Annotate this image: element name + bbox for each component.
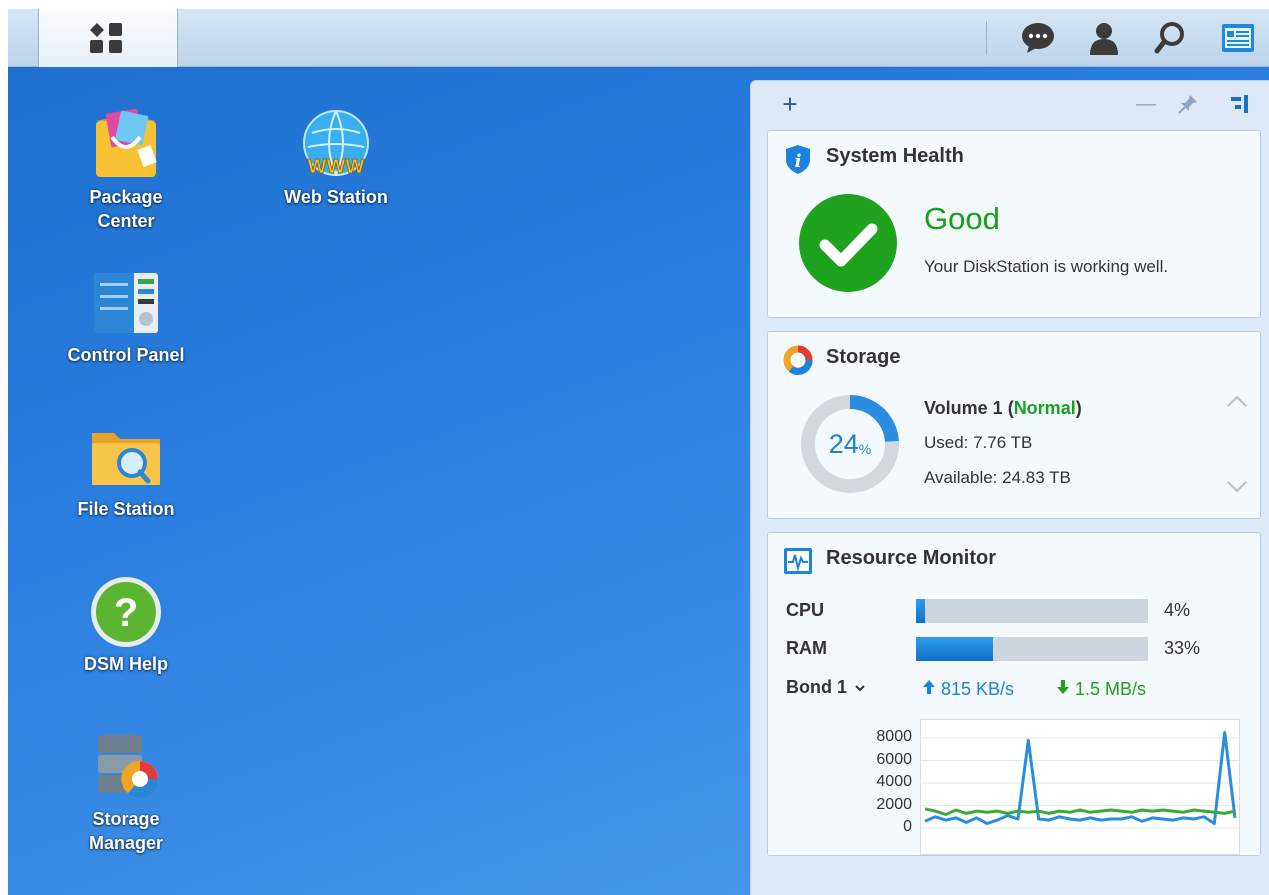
storage-donut-icon <box>783 345 813 376</box>
volume-available: Available: 24.83 TB <box>924 468 1071 487</box>
volume-status: Normal <box>1013 398 1076 418</box>
download-rate: 1.5 MB/s <box>1056 679 1146 700</box>
main-menu-button[interactable] <box>38 9 178 67</box>
shortcut-control-panel[interactable]: Control Panel <box>51 263 201 367</box>
shortcut-storage-manager[interactable]: Storage Manager <box>51 727 201 855</box>
upload-rate: 815 KB/s <box>922 679 1014 700</box>
chart-y-tick-label: 4000 <box>876 773 912 790</box>
health-description: Your DiskStation is working well. <box>924 257 1169 276</box>
widget-title: Storage <box>826 346 901 368</box>
shortcut-label: Package Center <box>89 187 163 231</box>
ram-percent: 33% <box>1164 638 1201 658</box>
info-shield-icon: i <box>786 145 810 174</box>
pin-icon[interactable] <box>1175 91 1201 117</box>
chart-y-tick-label: 0 <box>903 818 912 835</box>
package-center-icon <box>86 105 166 185</box>
widget-title: System Health <box>826 145 964 167</box>
shortcut-file-station[interactable]: File Station <box>51 417 201 521</box>
widget-toolbar: + — <box>751 81 1269 125</box>
cpu-percent: 4% <box>1164 600 1191 620</box>
storage-usage-label: 24% <box>800 394 900 494</box>
shortcut-label: File Station <box>77 499 175 519</box>
volume-used: Used: 7.76 TB <box>924 433 1033 452</box>
network-selector[interactable]: Bond 1 <box>786 677 865 698</box>
widget-panel: + — i System Health Good Your DiskStatio… <box>750 80 1269 895</box>
volume-close: ) <box>1075 398 1082 418</box>
shortcut-label: Storage Manager <box>88 809 164 853</box>
cpu-bar <box>916 599 1148 623</box>
volume-name: Volume 1 ( <box>924 398 1014 418</box>
health-status: Good <box>924 201 1000 236</box>
network-label: Bond 1 <box>786 677 847 697</box>
system-health-widget: i System Health Good Your DiskStation is… <box>767 130 1261 318</box>
resource-monitor-widget: Resource Monitor CPU 4% RAM 33% Bond 1 8… <box>767 532 1261 856</box>
taskbar-separator <box>986 21 987 55</box>
cpu-bar-fill <box>916 599 926 623</box>
storage-manager-icon <box>86 727 166 807</box>
ram-bar <box>916 637 1148 661</box>
check-icon <box>799 194 897 292</box>
chart-y-tick-label: 6000 <box>876 750 912 768</box>
dropdown-arrow-icon <box>855 684 865 691</box>
download-value: 1.5 MB/s <box>1075 679 1147 699</box>
grid-menu-icon <box>90 23 122 53</box>
storage-widget: Storage 24% Volume 1 (Normal) Used: 7.76… <box>767 331 1261 519</box>
ram-label: RAM <box>786 638 827 658</box>
cpu-label: CPU <box>786 600 825 620</box>
shortcut-package-center[interactable]: Package Center <box>51 105 201 233</box>
minimize-button[interactable]: — <box>1133 91 1159 117</box>
download-series-line <box>924 807 1236 816</box>
network-chart <box>920 719 1240 855</box>
user-icon[interactable] <box>1086 20 1122 56</box>
collapse-panel-icon[interactable] <box>1227 91 1253 117</box>
file-station-icon <box>86 417 166 497</box>
upload-arrow-icon <box>923 680 935 694</box>
dsm-help-icon: ? <box>86 572 166 652</box>
chevron-up-icon[interactable] <box>1226 394 1248 408</box>
upload-value: 815 KB/s <box>941 679 1015 699</box>
shortcut-label: Control Panel <box>67 345 185 365</box>
shortcut-dsm-help[interactable]: ? DSM Help <box>51 572 201 676</box>
chart-y-tick-label: 2000 <box>876 795 912 813</box>
control-panel-icon <box>86 263 166 343</box>
network-chart-svg <box>921 730 1239 829</box>
chevron-down-icon[interactable] <box>1226 480 1248 494</box>
ram-bar-fill <box>916 637 993 661</box>
chart-y-tick-label: 8000 <box>876 728 912 745</box>
storage-usage-unit: % <box>858 440 872 457</box>
shortcut-web-station[interactable]: WWW Web Station <box>261 105 411 209</box>
storage-usage-percent: 24 <box>828 428 859 459</box>
widget-toggle-icon[interactable] <box>1220 20 1256 56</box>
svg-text:?: ? <box>114 591 138 635</box>
web-station-icon: WWW <box>296 105 376 185</box>
widget-title: Resource Monitor <box>826 547 997 569</box>
add-widget-button[interactable]: + <box>777 89 803 119</box>
download-arrow-icon <box>1057 680 1069 694</box>
shortcut-label: Web Station <box>284 187 388 207</box>
chat-icon[interactable] <box>1020 20 1056 56</box>
svg-text:i: i <box>795 151 802 172</box>
shortcut-label: DSM Help <box>83 654 168 674</box>
search-icon[interactable] <box>1152 20 1188 56</box>
svg-text:WWW: WWW <box>308 156 365 178</box>
taskbar <box>8 9 1269 67</box>
volume-title: Volume 1 (Normal) <box>924 398 1082 419</box>
pulse-monitor-icon <box>784 548 812 574</box>
